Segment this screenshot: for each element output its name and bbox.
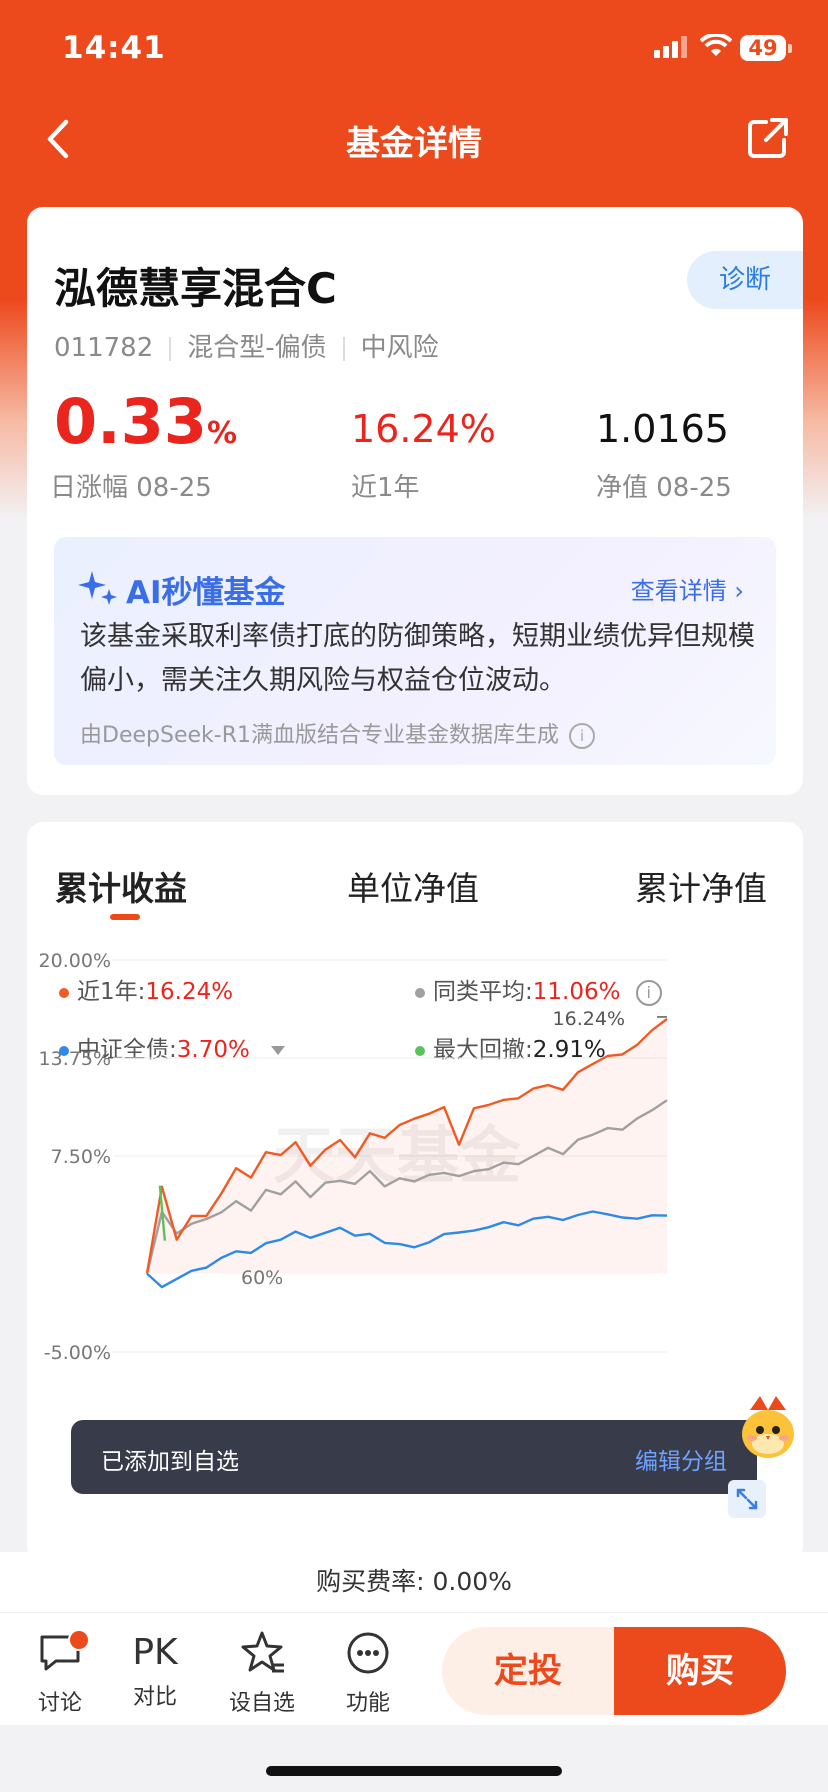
compare-button[interactable]: PK 对比 (115, 1627, 195, 1711)
toast-message: 已添加到自选 (101, 1449, 239, 1475)
battery-indicator: 49 (740, 35, 792, 61)
compare-label: 对比 (132, 1685, 177, 1710)
discuss-button[interactable]: 讨论 (20, 1627, 100, 1717)
fund-risk: 中风险 (360, 333, 439, 363)
ai-footer: 由DeepSeek-R1满血版结合专业基金数据库生成 i (80, 717, 595, 749)
fund-name: 泓德慧享混合C (54, 264, 337, 313)
star-icon (241, 1631, 284, 1673)
buy-button[interactable]: 购买 (614, 1627, 786, 1715)
daily-change: 0.33% (54, 385, 237, 458)
ai-footer-text: 由DeepSeek-R1满血版结合专业基金数据库生成 (80, 723, 559, 748)
home-indicator (266, 1766, 562, 1776)
page-title: 基金详情 (346, 124, 482, 164)
cellular-signal-icon (654, 36, 687, 58)
year-return-label: 近1年 (351, 473, 420, 503)
daily-change-label: 日涨幅 08-25 (50, 473, 212, 503)
sparkle-icon (78, 571, 117, 605)
fund-code: 011782 (54, 333, 154, 363)
nav-value: 1.0165 (596, 407, 729, 451)
notification-badge (68, 1629, 90, 1651)
y-tick-label: 20.00% (39, 950, 111, 972)
ai-summary-text: 该基金采取利率债打底的防御策略，短期业绩优异但规模偏小，需关注久期风险与权益仓位… (80, 621, 755, 696)
discuss-label: 讨论 (37, 1691, 82, 1716)
bottom-action-bar: 讨论 PK 对比 设自选 功能 定投 购买 (0, 1612, 828, 1725)
functions-label: 功能 (345, 1691, 390, 1716)
info-icon[interactable]: i (568, 723, 595, 749)
ai-summary-panel[interactable]: AI秒懂基金 查看详情 › 该基金采取利率债打底的防御策略，短期业绩优异但规模偏… (54, 537, 776, 765)
share-icon[interactable] (746, 116, 790, 160)
toast: 已添加到自选 编辑分组 (71, 1420, 757, 1494)
edit-group-link[interactable]: 编辑分组 (635, 1442, 727, 1476)
ai-detail-link[interactable]: 查看详情 › (631, 571, 744, 606)
diagnose-button[interactable]: 诊断 (687, 251, 803, 309)
status-time: 14:41 (62, 30, 166, 66)
nav-label: 净值 08-25 (596, 473, 732, 503)
functions-button[interactable]: 功能 (328, 1627, 408, 1717)
end-value-label: 16.24% (553, 1008, 625, 1030)
more-icon (347, 1632, 389, 1674)
pk-icon: PK (132, 1632, 178, 1673)
daily-change-unit: % (206, 416, 238, 451)
fund-meta: 011782 混合型-偏债 中风险 (54, 327, 439, 364)
purchase-fee: 购买费率: 0.00% (0, 1552, 828, 1612)
y-tick-label: -5.00% (44, 1342, 111, 1364)
expand-icon (736, 1488, 758, 1510)
expand-chart-button[interactable] (728, 1480, 766, 1518)
auto-invest-button[interactable]: 定投 (442, 1627, 614, 1715)
ai-title: AI秒懂基金 (126, 575, 286, 611)
chevron-right-icon: › (734, 577, 744, 605)
nav-bar: 基金详情 (0, 100, 828, 180)
daily-change-value: 0.33 (54, 385, 207, 458)
y-tick-label: 13.75% (39, 1048, 111, 1070)
status-bar: 14:41 49 (0, 0, 828, 100)
add-watchlist-button[interactable]: 设自选 (222, 1627, 302, 1717)
watchlist-label: 设自选 (228, 1691, 295, 1716)
area-fill (147, 1019, 667, 1274)
fund-info-card: 泓德慧享混合C 诊断 011782 混合型-偏债 中风险 0.33% 日涨幅 08-… (27, 207, 803, 795)
partial-tick-label: 60% (241, 1267, 283, 1289)
year-return: 16.24% (351, 407, 496, 451)
ai-detail-label: 查看详情 (630, 577, 727, 605)
wifi-icon (700, 34, 732, 56)
y-tick-label: 7.50% (51, 1146, 111, 1168)
fund-type: 混合型-偏债 (187, 333, 327, 363)
mascot-icon[interactable] (730, 1388, 804, 1468)
